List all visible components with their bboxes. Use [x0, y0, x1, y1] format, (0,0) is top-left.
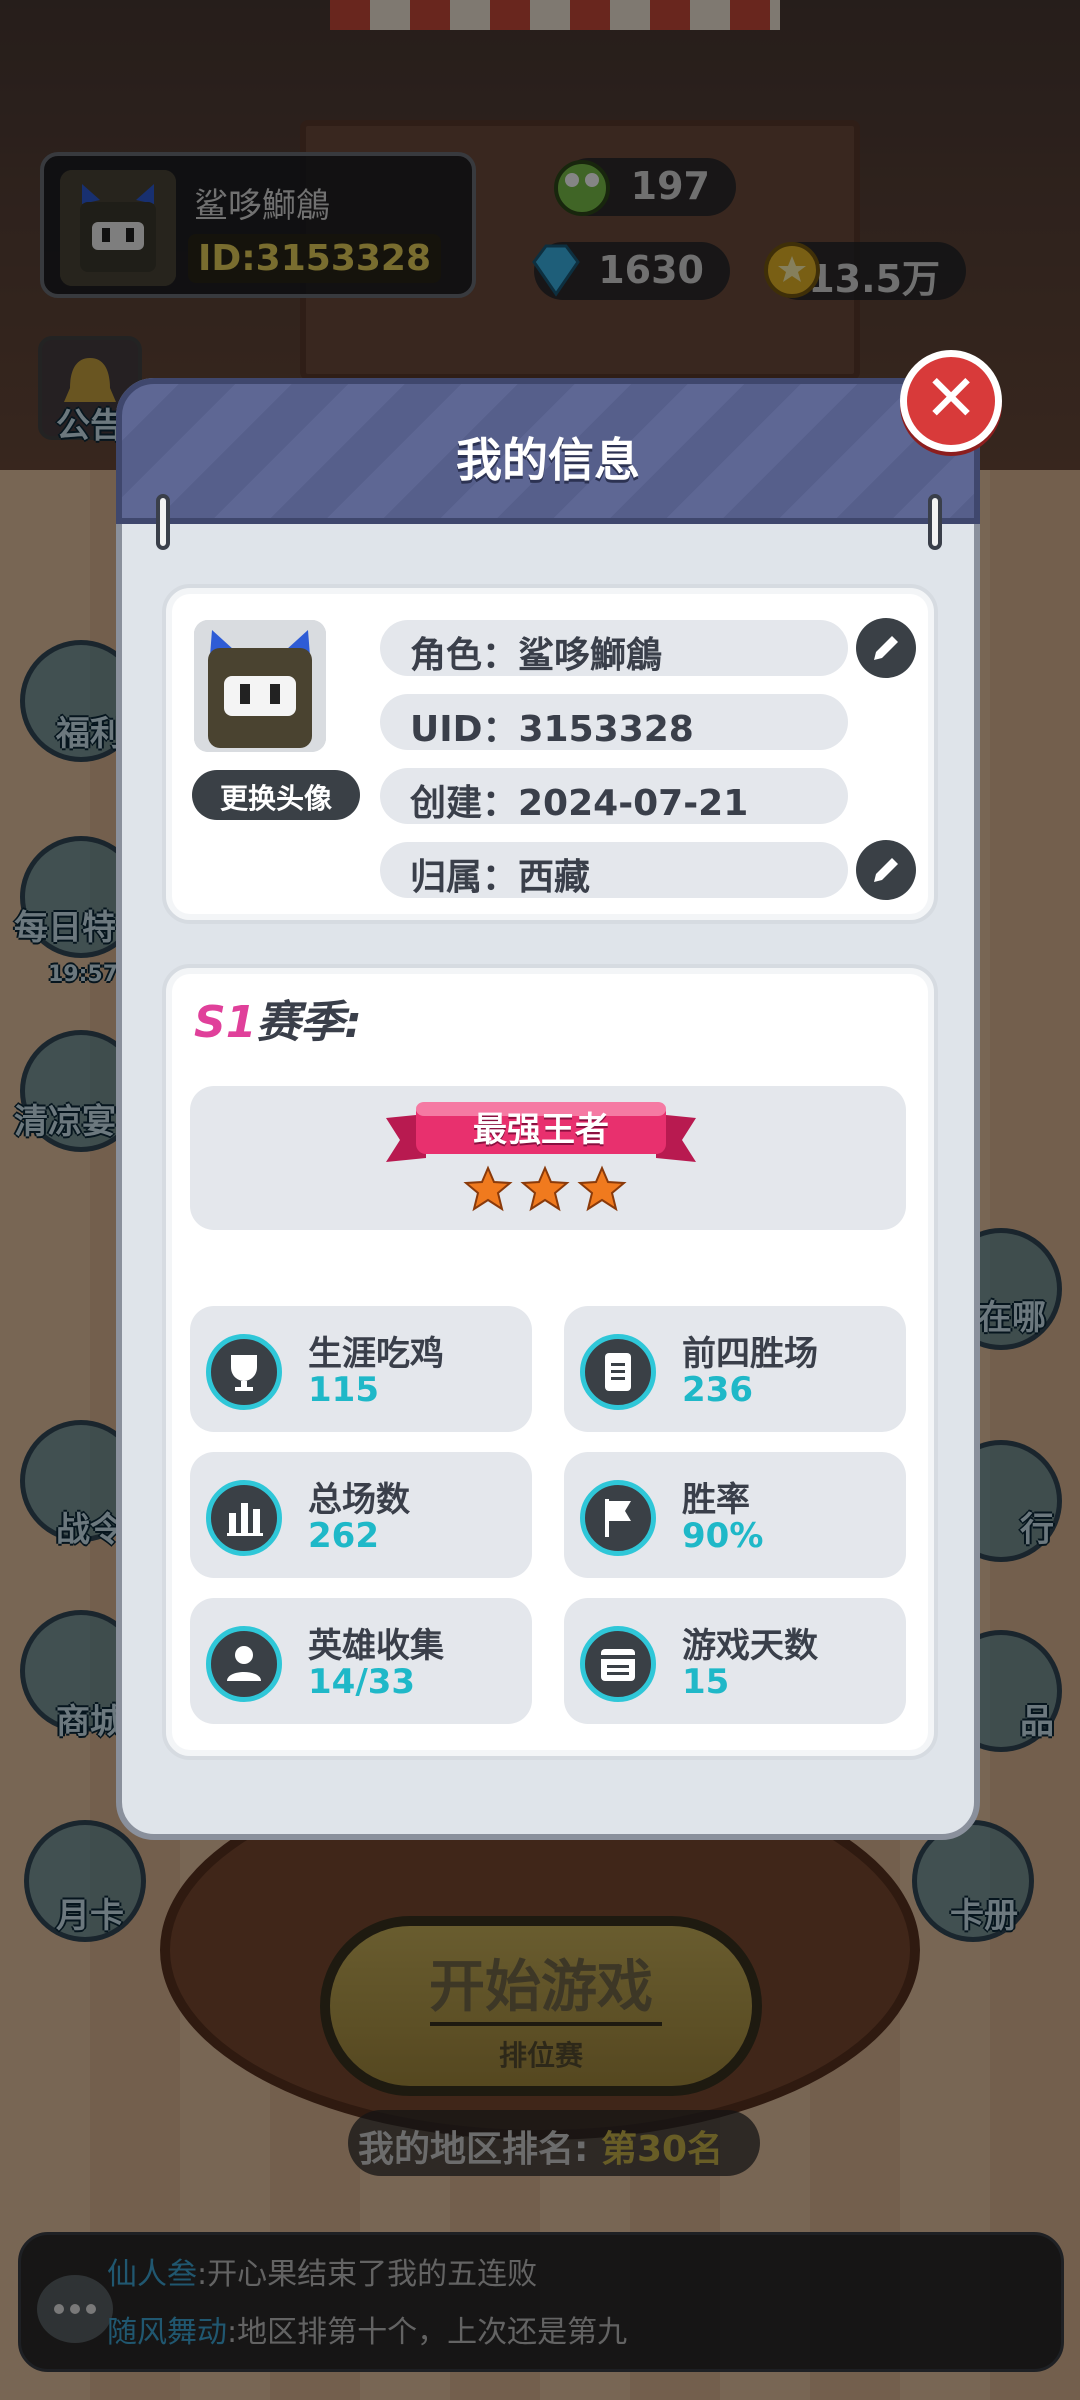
stat-top4-wins: 前四胜场 236	[564, 1306, 906, 1432]
pencil-icon	[874, 858, 898, 882]
hanger-hook	[156, 494, 170, 550]
flag-icon	[580, 1480, 656, 1556]
region-field: 归属：西藏	[380, 842, 848, 898]
stat-win-rate: 胜率 90%	[564, 1452, 906, 1578]
calendar-icon	[580, 1626, 656, 1702]
season-number: S1	[194, 997, 257, 1048]
rank-stars	[463, 1165, 627, 1212]
season-stats-card: S1赛季: 最强王者 生涯吃鸡 115 前四胜场 236 总场数 262 胜率 …	[162, 964, 938, 1760]
edit-region-button[interactable]	[856, 840, 916, 900]
close-button[interactable]: ✕	[900, 350, 1002, 452]
hanger-hook	[928, 494, 942, 550]
person-icon	[206, 1626, 282, 1702]
bar-chart-icon	[206, 1480, 282, 1556]
stat-value: 90%	[682, 1516, 764, 1556]
stat-value: 115	[308, 1370, 379, 1410]
stat-value: 14/33	[308, 1662, 416, 1702]
modal-title: 我的信息	[456, 433, 640, 487]
stat-play-days: 游戏天数 15	[564, 1598, 906, 1724]
stat-label: 前四胜场	[682, 1334, 818, 1374]
modal-header: 我的信息	[116, 378, 980, 550]
close-icon: ✕	[924, 362, 978, 436]
created-date-field: 创建：2024-07-21	[380, 768, 848, 824]
stat-label: 胜率	[682, 1480, 750, 1520]
star-icon	[463, 1165, 513, 1212]
rank-title: 最强王者	[473, 1110, 609, 1150]
season-suffix: 赛季:	[256, 997, 362, 1048]
pencil-icon	[874, 636, 898, 660]
trophy-icon	[206, 1334, 282, 1410]
stat-value: 262	[308, 1516, 379, 1556]
my-info-modal: 我的信息 更换头像 角色：鲨哆鰤鶬 UID：3153328 创建：2024-07…	[116, 378, 980, 1840]
stat-total-games: 总场数 262	[190, 1452, 532, 1578]
season-label: S1赛季:	[194, 986, 362, 1050]
stat-label: 英雄收集	[308, 1626, 444, 1666]
edit-role-button[interactable]	[856, 618, 916, 678]
stat-career-wins: 生涯吃鸡 115	[190, 1306, 532, 1432]
rank-display: 最强王者	[190, 1086, 906, 1230]
star-icon	[520, 1165, 570, 1212]
stat-hero-collection: 英雄收集 14/33	[190, 1598, 532, 1724]
profile-avatar[interactable]	[194, 620, 326, 752]
clipboard-icon	[580, 1334, 656, 1410]
profile-info-card: 更换头像 角色：鲨哆鰤鶬 UID：3153328 创建：2024-07-21 归…	[162, 584, 938, 924]
star-icon	[577, 1165, 627, 1212]
uid-field: UID：3153328	[380, 694, 848, 750]
change-avatar-button[interactable]: 更换头像	[192, 770, 360, 820]
stat-label: 总场数	[308, 1480, 410, 1520]
stat-label: 游戏天数	[682, 1626, 818, 1666]
stat-label: 生涯吃鸡	[308, 1334, 444, 1374]
stat-value: 15	[682, 1662, 730, 1702]
role-name-field: 角色：鲨哆鰤鶬	[380, 620, 848, 676]
stat-value: 236	[682, 1370, 753, 1410]
